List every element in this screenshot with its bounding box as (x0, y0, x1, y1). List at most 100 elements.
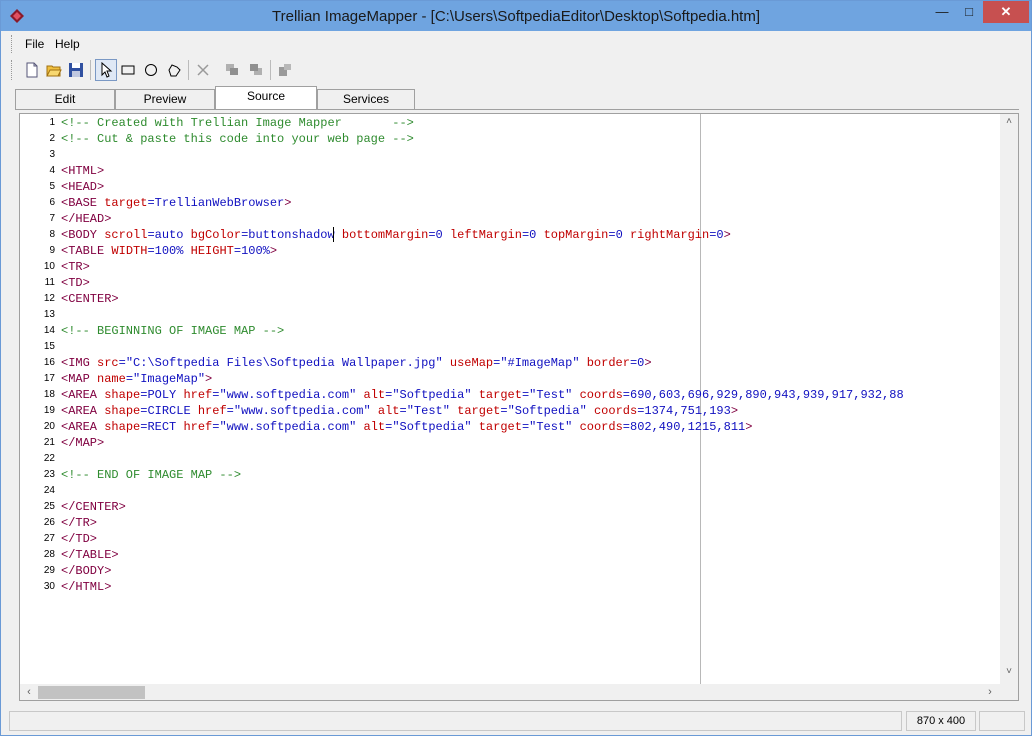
code-token: <TABLE (61, 244, 112, 258)
line-number: 18 (43, 389, 55, 400)
code-token: href (183, 388, 213, 402)
code-token: bgColor (190, 228, 242, 242)
line-number: 6 (49, 197, 55, 208)
code-text: <MAP name="ImageMap"> (61, 371, 212, 387)
code-token: = (500, 404, 508, 418)
code-token: auto (154, 228, 191, 242)
code-token: > (644, 356, 652, 370)
line-number: 30 (43, 581, 55, 592)
polygon-tool-button[interactable] (163, 59, 185, 81)
properties-button[interactable] (274, 59, 296, 81)
code-token: name (97, 372, 126, 386)
code-token: </TD> (61, 532, 98, 546)
line-number: 14 (43, 325, 55, 336)
scroll-left-button[interactable]: ‹ (21, 684, 37, 700)
code-token: "Softpedia" (507, 404, 594, 418)
line-number: 5 (49, 181, 55, 192)
code-token: 100% (154, 244, 191, 258)
toolbar (9, 57, 1025, 83)
code-text: </TABLE> (61, 547, 119, 563)
code-token: href (197, 404, 227, 418)
minimize-button[interactable]: — (929, 1, 955, 23)
line-number: 2 (49, 133, 55, 144)
vertical-scrollbar[interactable]: ˄ ˅ (1000, 114, 1018, 684)
title-bar[interactable]: Trellian ImageMapper - [C:\Users\Softped… (1, 1, 1031, 31)
horizontal-scroll-thumb[interactable] (38, 686, 145, 699)
code-token: "www.softpedia.com" (219, 388, 364, 402)
menu-help[interactable]: Help (55, 37, 80, 51)
code-token: = (118, 356, 126, 370)
code-token: <!-- Cut & paste this code into your web… (61, 132, 414, 146)
scroll-right-button[interactable]: › (982, 684, 998, 700)
code-token: buttonshadow (248, 228, 342, 242)
code-token: </HTML> (61, 580, 112, 594)
tab-edit[interactable]: Edit (15, 89, 115, 109)
code-token: TrellianWebBrowser (154, 196, 285, 210)
code-token: target (104, 196, 148, 210)
code-token: = (622, 388, 630, 402)
rectangle-tool-button[interactable] (117, 59, 139, 81)
toolbar-grip[interactable] (11, 60, 14, 80)
code-token: <AREA (61, 388, 105, 402)
code-token: bottomMargin (341, 228, 429, 242)
tab-services[interactable]: Services (317, 89, 415, 109)
code-token: </BODY> (61, 564, 112, 578)
code-token: </TABLE> (61, 548, 119, 562)
code-token: 100% (241, 244, 270, 258)
status-resize-grip[interactable] (979, 711, 1025, 731)
delete-icon (197, 64, 209, 76)
line-number: 13 (43, 309, 55, 320)
new-button[interactable] (21, 59, 43, 81)
line-number: 16 (43, 357, 55, 368)
line-number: 21 (43, 437, 55, 448)
line-number: 8 (49, 229, 55, 240)
code-token: = (399, 404, 407, 418)
code-text: </TR> (61, 515, 97, 531)
code-token: <!-- Created with Trellian Image Mapper … (61, 116, 414, 130)
code-token: leftMargin (449, 228, 522, 242)
circle-tool-button[interactable] (140, 59, 162, 81)
scroll-up-button[interactable]: ˄ (1000, 116, 1018, 132)
save-button[interactable] (65, 59, 87, 81)
code-token: target (478, 420, 522, 434)
line-number: 24 (43, 485, 55, 496)
horizontal-scrollbar[interactable]: ‹ › (20, 684, 1000, 700)
polygon-icon (168, 64, 181, 77)
status-bar: 870 x 400 (9, 711, 1025, 731)
code-token: shape (104, 388, 141, 402)
maximize-button[interactable]: □ (956, 1, 982, 23)
code-token: target (478, 388, 522, 402)
menu-file[interactable]: File (25, 37, 44, 51)
code-token: alt (377, 404, 400, 418)
pointer-tool-button[interactable] (95, 59, 117, 81)
code-token: rightMargin (629, 228, 710, 242)
tab-preview[interactable]: Preview (115, 89, 215, 109)
code-token: = (226, 404, 234, 418)
code-token: 0 (435, 228, 450, 242)
code-text: <AREA shape=POLY href="www.softpedia.com… (61, 387, 904, 403)
code-token: <!-- END OF IMAGE MAP --> (61, 468, 242, 482)
tab-source[interactable]: Source (215, 86, 317, 109)
send-backward-icon (250, 64, 262, 75)
save-icon (69, 63, 83, 77)
bring-forward-button[interactable] (221, 59, 243, 81)
send-backward-button[interactable] (245, 59, 267, 81)
line-number: 26 (43, 517, 55, 528)
code-token: border (586, 356, 630, 370)
code-token: = (622, 420, 630, 434)
open-button[interactable] (43, 59, 65, 81)
scroll-down-button[interactable]: ˅ (1000, 666, 1018, 682)
menu-grip[interactable] (11, 35, 14, 53)
code-token: <MAP (61, 372, 98, 386)
code-token: <TR> (61, 260, 90, 274)
code-text: <!-- Cut & paste this code into your web… (61, 131, 414, 147)
close-button[interactable]: ✕ (983, 1, 1029, 23)
source-editor[interactable]: 1 <!-- Created with Trellian Image Mapper… (19, 113, 1019, 701)
code-text: <!-- BEGINNING OF IMAGE MAP --> (61, 323, 284, 339)
code-text: <TD> (61, 275, 90, 291)
code-text: <AREA shape=RECT href="www.softpedia.com… (61, 419, 752, 435)
code-token: = (608, 228, 616, 242)
code-token: > (205, 372, 213, 386)
code-token: shape (104, 420, 141, 434)
delete-button[interactable] (192, 59, 214, 81)
